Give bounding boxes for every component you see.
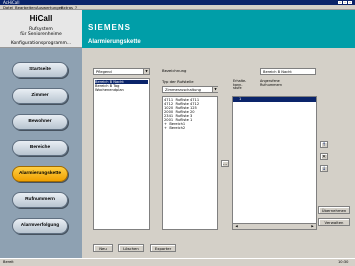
list-item[interactable]: Wochenendplan	[95, 88, 124, 92]
nav-alarmverfolgung[interactable]: Alarmverfolgung	[12, 218, 68, 234]
status-bar: Bereit 10:30	[0, 258, 355, 266]
nav-rufnummern[interactable]: Rufnummern	[12, 192, 68, 208]
nav-startseite[interactable]: Startseite	[12, 62, 68, 78]
minimize-button[interactable]	[338, 1, 342, 4]
status-text: Bereit	[3, 260, 14, 264]
chain-table[interactable]: 1 ◀ ▶	[232, 96, 317, 230]
source-list[interactable]: 4711 Rufliste 4711 4712 Rufliste 4712 10…	[162, 96, 218, 230]
close-button[interactable]	[348, 1, 352, 4]
filter-select[interactable]: Pflegend ▼	[93, 68, 150, 75]
filter-value: Pflegend	[96, 70, 112, 74]
row-level: 1	[239, 97, 242, 101]
app-mode: Konfigurationsprogramm...	[10, 41, 72, 46]
delete-row-button[interactable]: ✕	[320, 153, 328, 160]
app-subtitle-2: für Seniorenheime	[20, 32, 62, 37]
move-up-button[interactable]: ↑	[320, 141, 328, 148]
table-row[interactable]: 1	[233, 97, 316, 102]
move-down-button[interactable]: ↓	[320, 165, 328, 172]
col-header-level: Erhalte- kann- stufe	[233, 79, 247, 91]
add-button[interactable]: ...	[221, 160, 229, 167]
nav-alarmierungskette[interactable]: Alarmierungskette	[12, 166, 68, 182]
chevron-down-icon[interactable]: ▼	[212, 87, 218, 92]
scroll-right-icon[interactable]: ▶	[310, 224, 315, 229]
brand-logo: SIEMENS	[88, 23, 132, 32]
apply-button[interactable]: Übernehmen	[318, 206, 350, 214]
page-title: Alarmierungskette	[88, 39, 141, 45]
type-label: Typ der Rufstelle	[162, 79, 194, 84]
export-button[interactable]: Exporter	[150, 244, 176, 252]
status-clock: 10:30	[338, 260, 349, 264]
nav-bereiche[interactable]: Bereiche	[12, 140, 68, 156]
app-name: HiCall	[29, 14, 53, 23]
nav-bewohner[interactable]: Bewohner	[12, 114, 68, 130]
delete-button[interactable]: Löschen	[118, 244, 144, 252]
list-item[interactable]: + Bereich2	[164, 126, 185, 130]
header-banner: SIEMENS Alarmierungskette	[82, 10, 355, 48]
nav-zimmer[interactable]: Zimmer	[12, 88, 68, 104]
scroll-left-icon[interactable]: ◀	[234, 224, 239, 229]
new-button[interactable]: Neu	[93, 244, 113, 252]
name-input[interactable]: Bereich B Nacht	[260, 68, 316, 75]
col-header-numbers: Angerufene Rufnummern	[260, 79, 283, 87]
maximize-button[interactable]	[343, 1, 347, 4]
app-title-block: HiCall Rufsystem für Seniorenheime Konfi…	[0, 10, 82, 48]
chain-list[interactable]: Bereich B Nacht Bereich B Tag Wochenendp…	[93, 78, 150, 230]
chevron-down-icon[interactable]: ▼	[143, 69, 149, 74]
manage-button[interactable]: Verwalten	[318, 218, 350, 226]
horizontal-scrollbar[interactable]: ◀ ▶	[233, 223, 316, 229]
type-value: Zimmerzuschaltung	[165, 88, 201, 92]
type-select[interactable]: Zimmerzuschaltung ▼	[162, 86, 218, 93]
name-label: Bezeichnung	[162, 68, 187, 73]
name-input-value: Bereich B Nacht	[263, 70, 292, 74]
